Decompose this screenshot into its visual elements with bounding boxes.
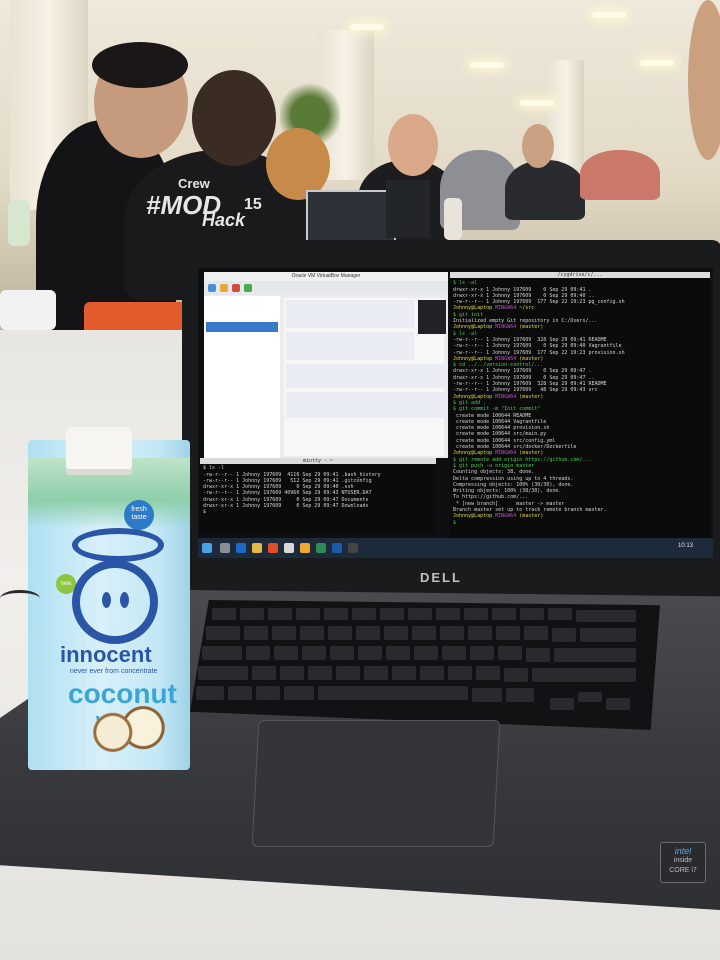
brand-tagline: never ever from concentrate <box>70 668 158 675</box>
taskbar-clock: 10:13 <box>678 543 694 549</box>
folder-icon[interactable] <box>252 543 262 553</box>
small-terminal-window[interactable]: mintty - ~ $ ls -l -rw-r--r-- 1 Johnny 19… <box>200 458 436 534</box>
start-icon[interactable] <box>202 543 212 553</box>
terminal-icon[interactable] <box>348 543 358 553</box>
ceiling-light <box>520 100 554 106</box>
discard-icon[interactable] <box>232 284 240 292</box>
search-icon[interactable] <box>220 543 230 553</box>
background-laptop <box>386 180 430 238</box>
intel-sticker: intel inside CORE i7 <box>660 842 706 883</box>
window-title: Oracle VM VirtualBox Manager <box>204 272 448 281</box>
vm-list-item-selected[interactable] <box>206 322 278 332</box>
keyboard[interactable] <box>190 600 660 730</box>
app-icon[interactable] <box>316 543 326 553</box>
details-section <box>286 364 446 388</box>
settings-icon[interactable] <box>220 284 228 292</box>
shirt-text: Crew <box>178 176 210 191</box>
laptop-screen: Oracle VM VirtualBox Manager /cygdrive/c… <box>198 268 713 558</box>
background-laptop <box>306 190 396 244</box>
person-dark <box>505 160 585 220</box>
intel-core-text: CORE i7 <box>669 867 697 874</box>
brand-name: innocent <box>60 642 152 667</box>
person-left-hair <box>92 42 188 88</box>
ceiling-light <box>470 62 504 68</box>
browser-icon[interactable] <box>268 543 278 553</box>
person-dark-head <box>522 124 554 168</box>
ie-icon[interactable] <box>236 543 246 553</box>
app-icon[interactable] <box>284 543 294 553</box>
app-icon[interactable] <box>300 543 310 553</box>
vm-preview <box>418 300 446 334</box>
details-section <box>286 392 446 418</box>
white-chair <box>0 290 56 330</box>
person-red <box>580 150 660 200</box>
fresh-taste-badge: fresh taste <box>124 500 154 530</box>
pillar <box>548 60 584 170</box>
logo-eye <box>120 592 129 608</box>
coconut-halves-graphic <box>90 706 166 754</box>
details-section <box>286 332 414 360</box>
person-woman-head <box>388 114 438 176</box>
app-icon[interactable] <box>332 543 342 553</box>
ceiling-light <box>350 24 384 30</box>
water-bottle <box>444 198 462 240</box>
ceiling-light <box>592 12 626 18</box>
water-bottle <box>8 200 30 246</box>
shirt-text: 15 <box>244 196 262 213</box>
person-crew-head <box>192 70 276 166</box>
ceiling-light <box>640 60 674 66</box>
vm-list <box>204 296 280 458</box>
details-section <box>286 300 414 328</box>
person-right-edge <box>688 0 720 160</box>
logo-eye <box>102 592 111 608</box>
innocent-halo-logo <box>72 528 164 562</box>
intel-logo-text: intel <box>674 846 692 856</box>
shirt-text: Hack <box>202 210 246 230</box>
start-icon[interactable] <box>244 284 252 292</box>
keys <box>196 608 636 710</box>
dell-logo: DELL <box>420 570 462 585</box>
toolbar <box>204 281 448 295</box>
windows-taskbar: 10:13 <box>198 538 713 558</box>
power-cable <box>0 590 40 607</box>
virtualbox-window[interactable]: Oracle VM VirtualBox Manager <box>204 272 448 458</box>
new-icon[interactable] <box>208 284 216 292</box>
carton-cap <box>66 427 132 475</box>
intel-inside-text: inside <box>673 857 693 864</box>
touchpad[interactable] <box>251 720 501 847</box>
innocent-face-logo <box>72 560 158 644</box>
git-terminal-window[interactable]: /cygdrive/c/... $ ls -al drwxr-xr-x 1 Joh… <box>450 272 710 540</box>
